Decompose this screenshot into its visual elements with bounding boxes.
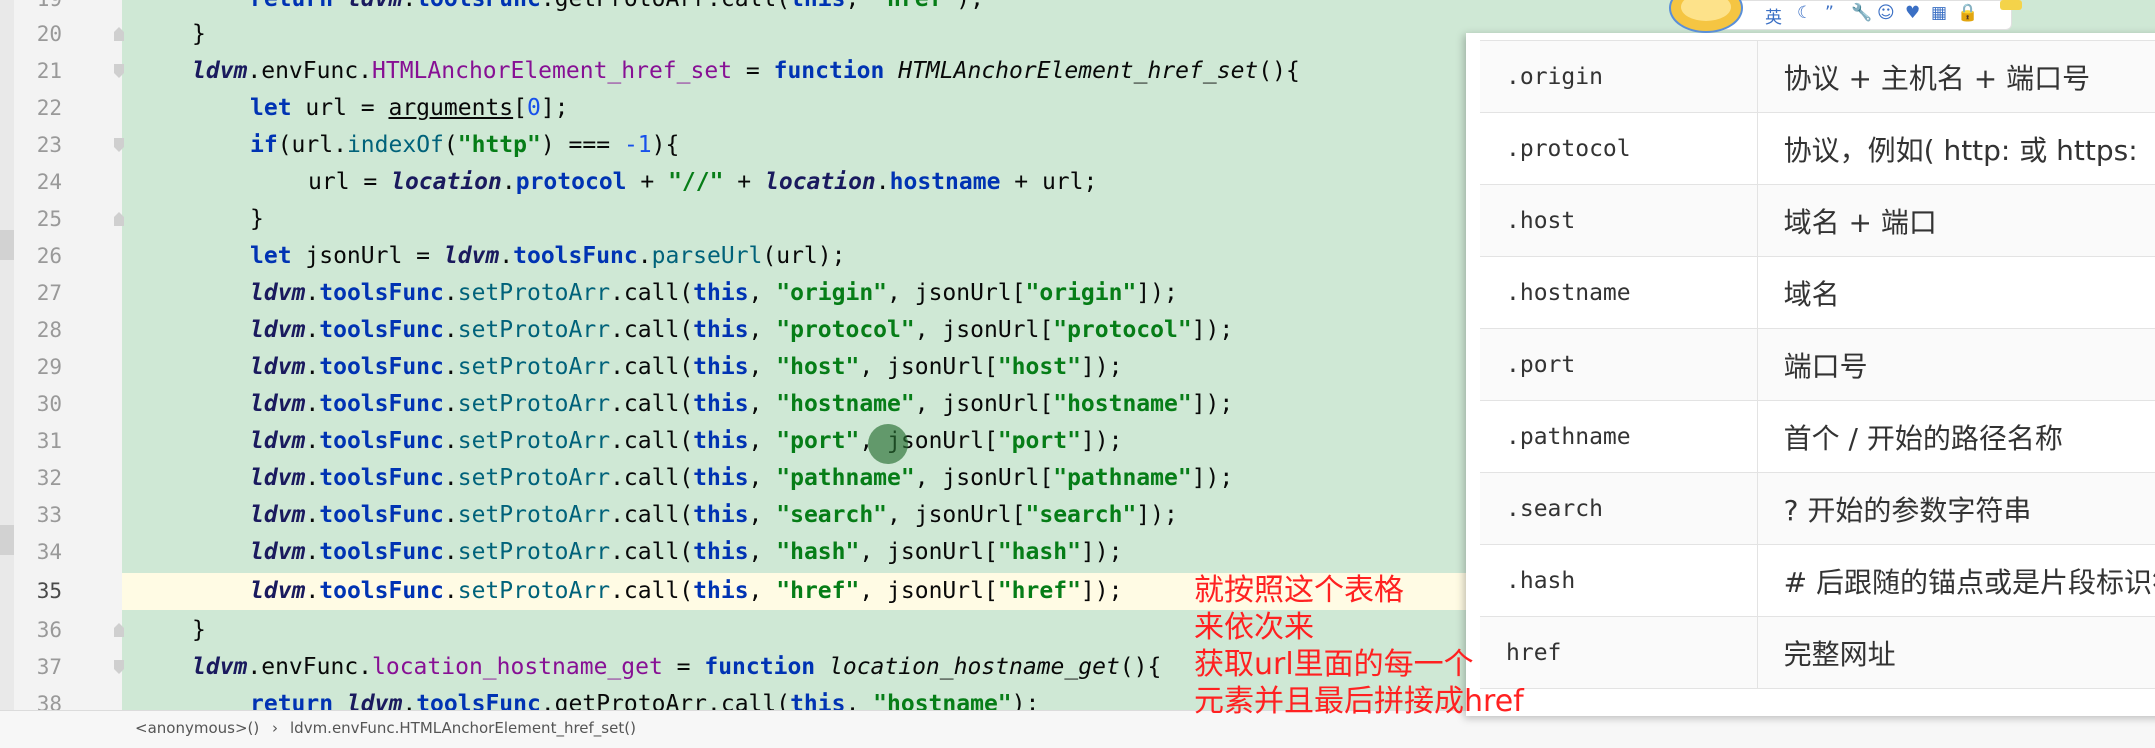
code-line[interactable]: if(url.indexOf("http") === -1){ xyxy=(250,127,679,164)
property-name: .host xyxy=(1480,184,1758,257)
property-description: 协议，例如( http: 或 https: xyxy=(1757,112,2155,185)
code-line[interactable]: ldvm.toolsFunc.setProtoArr.call(this, "h… xyxy=(250,534,1122,571)
edge-marker xyxy=(0,525,14,555)
line-number: 27 xyxy=(36,281,62,305)
grid-icon[interactable]: ▦ xyxy=(1931,3,1947,23)
line-number: 23 xyxy=(36,133,62,157)
input-method-toolbar: 英 ☾ ” 🔧 ☺ ♥ ▦ 🔒 xyxy=(1669,0,2012,33)
breadcrumb-separator: › xyxy=(272,719,278,737)
property-description: ? 开始的参数字符串 xyxy=(1757,472,2155,545)
line-number: 21 xyxy=(36,59,62,83)
notification-badge xyxy=(2000,0,2022,10)
breadcrumb-function[interactable]: ldvm.envFunc.HTMLAnchorElement_href_set(… xyxy=(290,711,636,746)
code-line[interactable]: ldvm.envFunc.HTMLAnchorElement_href_set … xyxy=(192,53,1300,90)
table-row: .hostname 域名 xyxy=(1480,256,2155,329)
language-toggle[interactable]: 英 xyxy=(1765,3,1782,28)
fold-start-icon[interactable] xyxy=(114,64,124,78)
table-row: .host 域名 + 端口 xyxy=(1480,184,2155,257)
property-description: 首个 / 开始的路径名称 xyxy=(1757,400,2155,473)
code-line[interactable]: ldvm.toolsFunc.setProtoArr.call(this, "p… xyxy=(250,423,1122,460)
line-number: 22 xyxy=(36,96,62,120)
fold-end-icon[interactable] xyxy=(114,623,124,637)
smiley-icon[interactable]: ☺ xyxy=(1877,3,1895,23)
code-line[interactable]: ldvm.toolsFunc.setProtoArr.call(this, "p… xyxy=(250,460,1233,497)
lock-icon[interactable]: 🔒 xyxy=(1957,3,1978,23)
line-number: 31 xyxy=(36,429,62,453)
fold-start-icon[interactable] xyxy=(114,138,124,152)
quote-icon[interactable]: ” xyxy=(1825,3,1834,23)
line-number: 24 xyxy=(36,170,62,194)
line-number: 32 xyxy=(36,466,62,490)
code-line[interactable]: ldvm.toolsFunc.setProtoArr.call(this, "h… xyxy=(250,386,1233,423)
code-line[interactable]: ldvm.envFunc.location_hostname_get = fun… xyxy=(192,649,1161,686)
annotation-line: 获取url里面的每一个 xyxy=(1194,647,1474,682)
property-name: .protocol xyxy=(1480,112,1758,185)
code-line[interactable]: let url = arguments[0]; xyxy=(250,90,569,127)
url-properties-table-panel: .origin 协议 + 主机名 + 端口号 .protocol 协议，例如( ht… xyxy=(1466,33,2155,716)
line-number: 33 xyxy=(36,503,62,527)
table-row: .origin 协议 + 主机名 + 端口号 xyxy=(1480,40,2155,113)
table-row: .hash # 后跟随的锚点或是片段标识符 xyxy=(1480,544,2155,617)
property-description: 端口号 xyxy=(1757,328,2155,401)
table-row: .protocol 协议，例如( http: 或 https: xyxy=(1480,112,2155,185)
property-name: .pathname xyxy=(1480,400,1758,473)
moon-icon[interactable]: ☾ xyxy=(1797,3,1812,23)
line-number: 35 xyxy=(36,579,62,603)
annotation-line: 来依次来 xyxy=(1194,610,1314,645)
property-description: 完整网址 xyxy=(1757,616,2155,689)
mouse-cursor-highlight xyxy=(868,424,908,464)
code-line[interactable]: let jsonUrl = ldvm.toolsFunc.parseUrl(ur… xyxy=(250,238,845,275)
line-number: 26 xyxy=(36,244,62,268)
line-number: 28 xyxy=(36,318,62,342)
code-line[interactable]: return ldvm.toolsFunc.getProtoArr.call(t… xyxy=(250,0,984,18)
property-description: # 后跟随的锚点或是片段标识符 xyxy=(1757,544,2155,617)
code-line[interactable]: } xyxy=(250,201,264,238)
code-line[interactable]: ldvm.toolsFunc.setProtoArr.call(this, "h… xyxy=(250,573,1122,610)
code-line[interactable]: } xyxy=(192,16,206,53)
line-number: 34 xyxy=(36,540,62,564)
breadcrumb-scope[interactable]: <anonymous>() xyxy=(135,711,259,746)
property-name: .hostname xyxy=(1480,256,1758,329)
code-line[interactable]: ldvm.toolsFunc.setProtoArr.call(this, "p… xyxy=(250,312,1233,349)
url-properties-table: .origin 协议 + 主机名 + 端口号 .protocol 协议，例如( ht… xyxy=(1480,40,2155,689)
table-row: .port 端口号 xyxy=(1480,328,2155,401)
fold-start-icon[interactable] xyxy=(114,660,124,674)
code-line[interactable]: ldvm.toolsFunc.setProtoArr.call(this, "s… xyxy=(250,497,1178,534)
table-row: .pathname 首个 / 开始的路径名称 xyxy=(1480,400,2155,473)
line-number: 20 xyxy=(36,22,62,46)
table-row: href 完整网址 xyxy=(1480,616,2155,689)
wrench-icon[interactable]: 🔧 xyxy=(1851,3,1872,23)
property-name: .origin xyxy=(1480,40,1758,113)
edge-marker xyxy=(0,230,14,260)
left-edge-strip xyxy=(0,0,14,747)
annotation-line: 元素并且最后拼接成href xyxy=(1194,684,1524,719)
line-number: 37 xyxy=(36,655,62,679)
code-line[interactable]: ldvm.toolsFunc.setProtoArr.call(this, "h… xyxy=(250,349,1122,386)
line-number: 25 xyxy=(36,207,62,231)
code-line[interactable]: url = location.protocol + "//" + locatio… xyxy=(308,164,1097,201)
line-number: 30 xyxy=(36,392,62,416)
code-line[interactable]: } xyxy=(192,612,206,649)
annotation-line: 就按照这个表格 xyxy=(1194,573,1404,608)
line-number: 36 xyxy=(36,618,62,642)
line-number: 29 xyxy=(36,355,62,379)
annotation-note: 就按照这个表格 来依次来 获取url里面的每一个 元素并且最后拼接成href xyxy=(1194,572,1524,720)
fold-end-icon[interactable] xyxy=(114,27,124,41)
table-row: .search ? 开始的参数字符串 xyxy=(1480,472,2155,545)
fold-end-icon[interactable] xyxy=(114,212,124,226)
property-description: 域名 xyxy=(1757,256,2155,329)
property-description: 域名 + 端口 xyxy=(1757,184,2155,257)
property-description: 协议 + 主机名 + 端口号 xyxy=(1757,40,2155,113)
property-name: .port xyxy=(1480,328,1758,401)
property-name: .search xyxy=(1480,472,1758,545)
code-line[interactable]: ldvm.toolsFunc.setProtoArr.call(this, "o… xyxy=(250,275,1178,312)
shirt-icon[interactable]: ♥ xyxy=(1905,3,1920,23)
